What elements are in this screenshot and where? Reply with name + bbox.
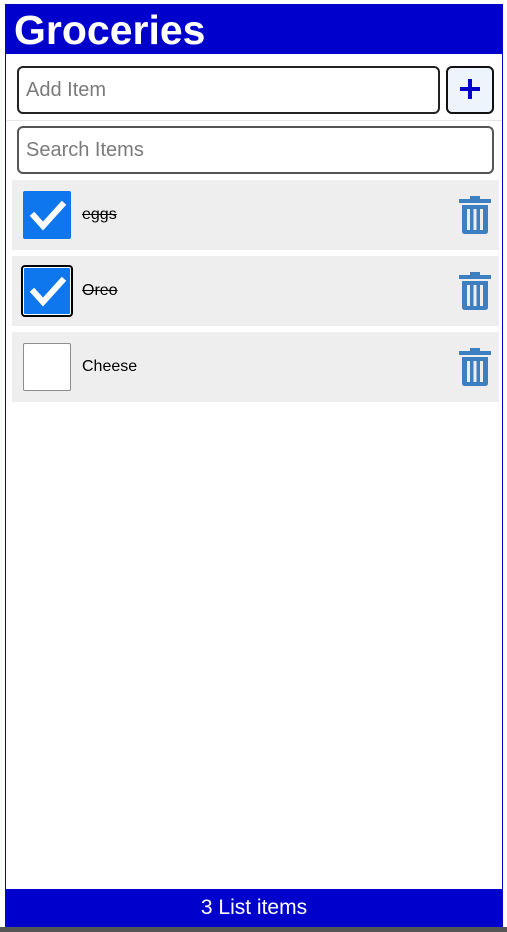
window-bottom-edge (0, 927, 507, 932)
item-count-footer: 3 List items (6, 889, 502, 927)
search-input[interactable] (17, 126, 494, 174)
item-checkbox[interactable] (23, 343, 71, 391)
page-title: Groceries (14, 7, 206, 53)
item-label: eggs (82, 206, 117, 223)
checkmark-icon (29, 200, 67, 231)
grocery-list: eggs Oreo Cheese (12, 180, 499, 408)
item-count-text: 3 List items (200, 896, 308, 919)
plus-icon (459, 78, 481, 103)
add-item-input[interactable] (17, 66, 440, 114)
item-checkbox[interactable] (23, 191, 71, 239)
app-header: Groceries (6, 4, 502, 54)
item-checkbox[interactable] (21, 265, 73, 317)
list-item: Oreo (12, 256, 499, 326)
item-label: Cheese (82, 358, 138, 375)
trash-icon[interactable] (459, 196, 491, 234)
trash-icon[interactable] (459, 272, 491, 310)
add-item-form (6, 54, 502, 121)
item-label: Oreo (82, 282, 118, 299)
add-item-button[interactable] (446, 66, 494, 114)
app-window: Groceries eggs (5, 4, 503, 927)
search-form (6, 122, 502, 178)
list-item: Cheese (12, 332, 499, 402)
trash-icon[interactable] (459, 348, 491, 386)
list-item: eggs (12, 180, 499, 250)
checkmark-icon (29, 276, 67, 307)
